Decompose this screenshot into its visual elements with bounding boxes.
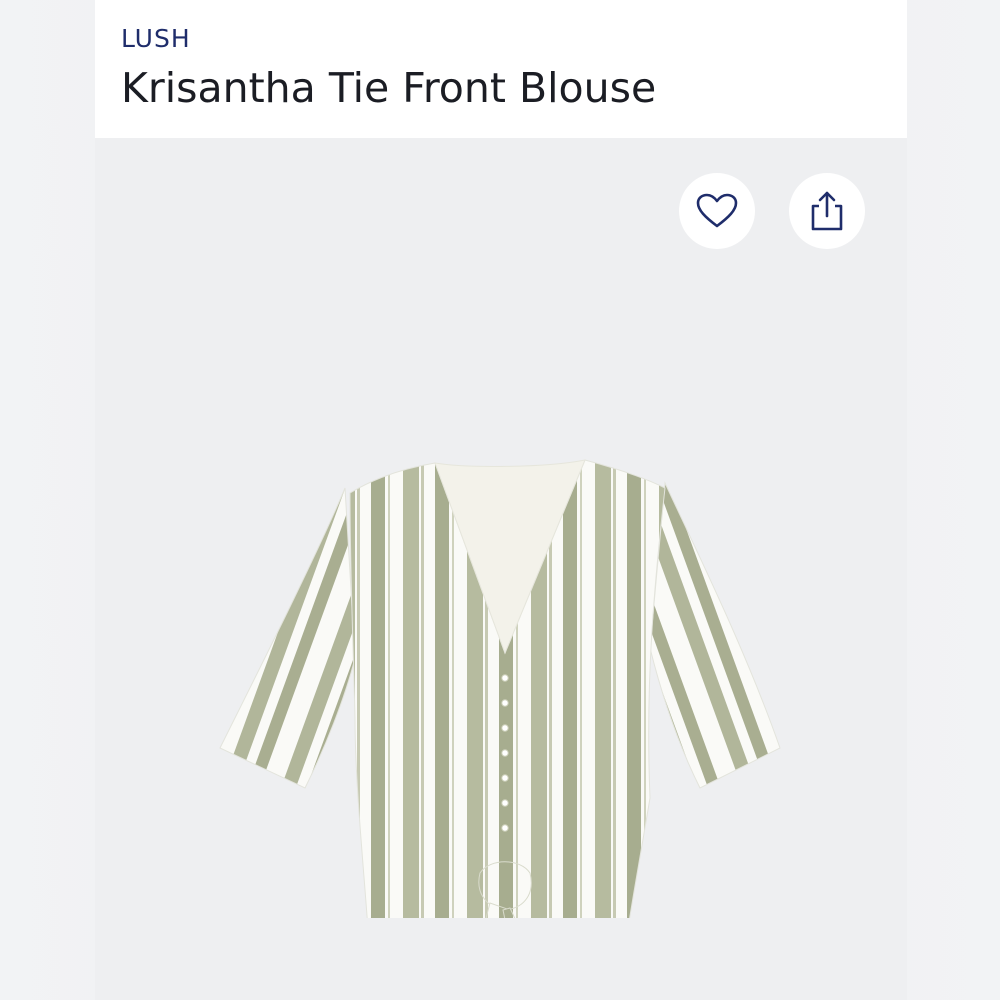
- right-sleeve: [649, 481, 781, 789]
- product-title: Krisantha Tie Front Blouse: [121, 64, 657, 112]
- brand-name[interactable]: LUSH: [121, 24, 191, 53]
- left-sleeve: [219, 487, 356, 789]
- favorite-button[interactable]: [679, 173, 755, 249]
- product-image-area: [95, 138, 907, 1000]
- product-header: LUSH Krisantha Tie Front Blouse: [95, 0, 907, 138]
- share-upload-icon: [811, 191, 843, 231]
- share-button[interactable]: [789, 173, 865, 249]
- product-photo[interactable]: [205, 318, 795, 918]
- heart-outline-icon: [696, 193, 738, 228]
